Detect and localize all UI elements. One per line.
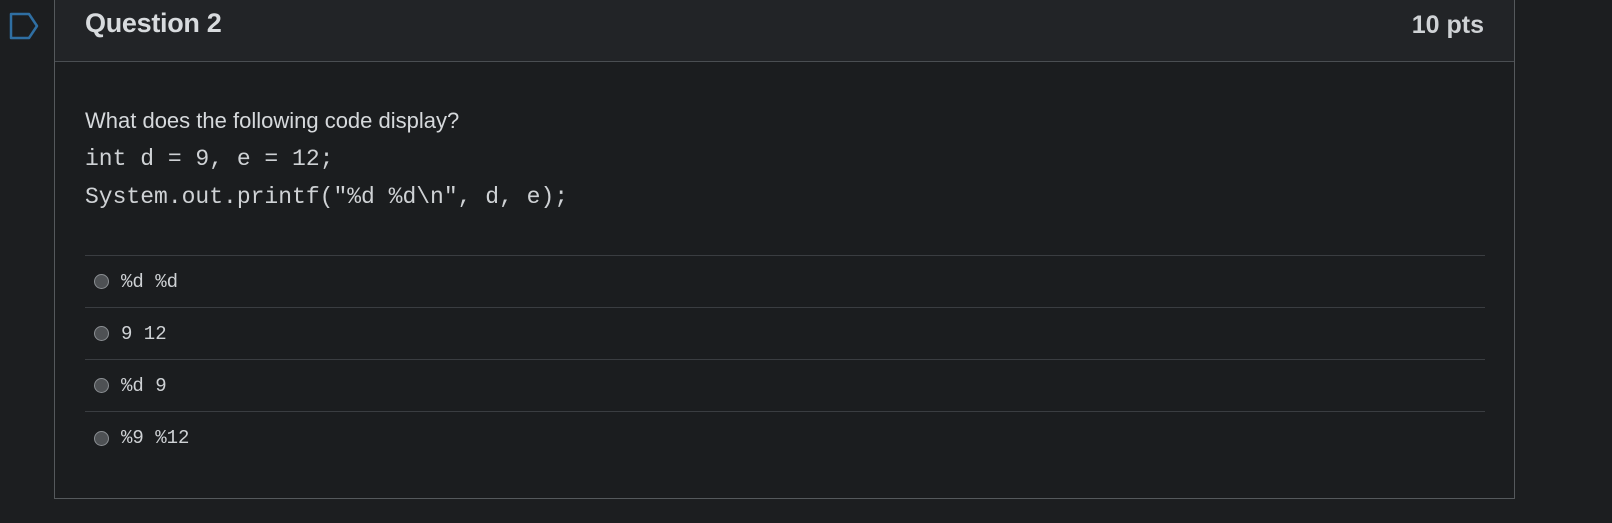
radio-unselected-icon[interactable] xyxy=(94,326,109,341)
question-card: Question 2 10 pts What does the followin… xyxy=(54,0,1515,499)
answer-option[interactable]: %9 %12 xyxy=(85,412,1485,464)
radio-unselected-icon[interactable] xyxy=(94,274,109,289)
radio-unselected-icon[interactable] xyxy=(94,430,109,446)
question-header: Question 2 10 pts xyxy=(55,0,1514,62)
question-title: Question 2 xyxy=(85,8,222,38)
code-line: System.out.printf("%d %d\n", d, e); xyxy=(85,184,569,210)
answer-label: 9 12 xyxy=(121,322,167,345)
answer-list: %d %d 9 12 %d 9 %9 %12 xyxy=(85,255,1485,464)
code-line: int d = 9, e = 12; xyxy=(85,146,334,172)
question-prompt: What does the following code display? xyxy=(85,108,460,133)
flag-question-icon[interactable] xyxy=(9,12,39,40)
question-points: 10 pts xyxy=(1411,11,1484,39)
radio-unselected-icon[interactable] xyxy=(94,378,109,393)
answer-option[interactable]: 9 12 xyxy=(85,308,1485,360)
answer-option[interactable]: %d %d xyxy=(85,256,1485,308)
answer-option[interactable]: %d 9 xyxy=(85,360,1485,412)
question-body: What does the following code display? in… xyxy=(85,106,1485,216)
answer-label: %d %d xyxy=(121,270,179,293)
answer-label: %d 9 xyxy=(121,374,167,397)
answer-label: %9 %12 xyxy=(121,427,190,449)
